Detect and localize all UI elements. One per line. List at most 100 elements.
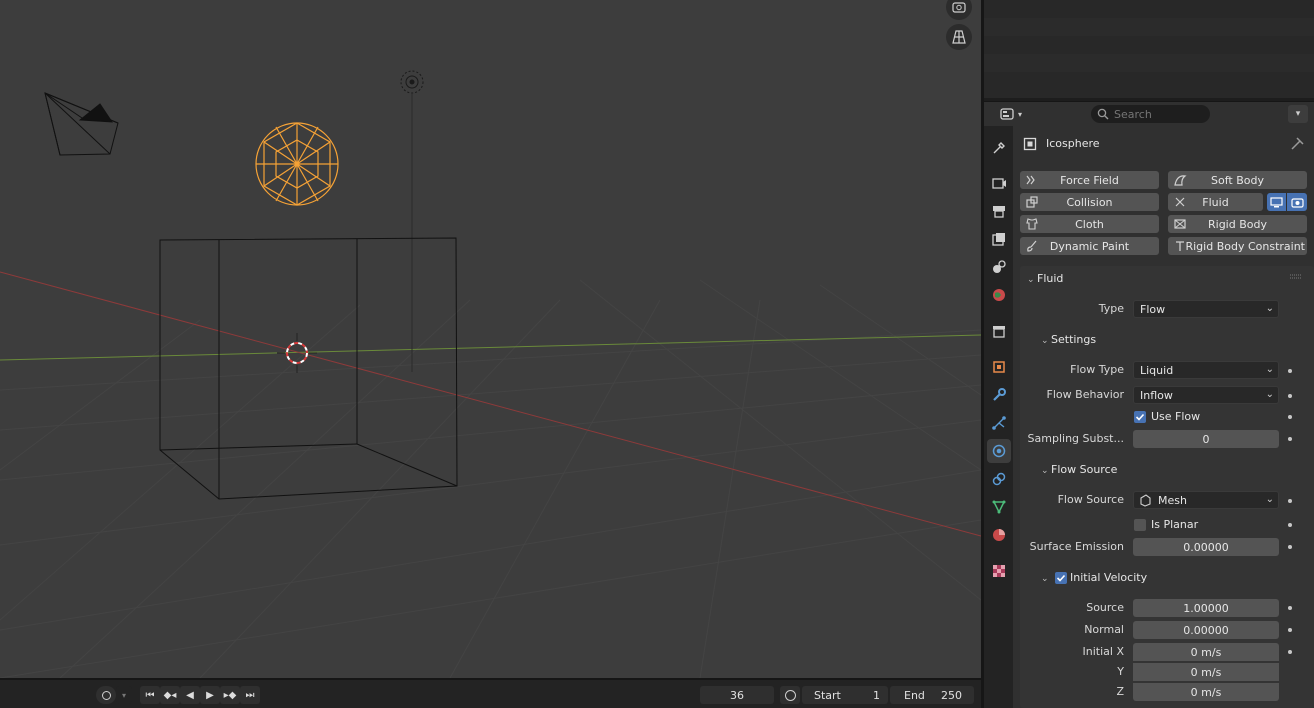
show-in-render-toggle[interactable]	[1287, 193, 1307, 211]
stopwatch-icon	[784, 689, 796, 701]
show-in-viewport-toggle[interactable]	[1267, 193, 1286, 211]
outliner-row[interactable]	[984, 72, 1314, 90]
keyframe-toggle-button[interactable]	[96, 686, 116, 704]
animate-property-dot[interactable]	[1288, 650, 1292, 654]
properties-search[interactable]	[1091, 105, 1210, 123]
settings-subpanel-header[interactable]: ⌄ Settings	[1041, 333, 1096, 346]
surface-emission-value: 0.00000	[1183, 540, 1229, 554]
rigid-body-button[interactable]: Rigid Body	[1168, 215, 1307, 233]
tab-material[interactable]	[987, 523, 1011, 547]
initial-velocity-checkbox[interactable]	[1055, 572, 1067, 584]
brush-icon	[1027, 240, 1037, 252]
jump-start-button[interactable]: ⏮	[140, 686, 160, 704]
start-frame-field[interactable]: Start 1	[802, 686, 888, 704]
animate-property-dot[interactable]	[1288, 499, 1292, 503]
editor-type-button[interactable]: ▾	[1000, 105, 1026, 123]
search-icon	[1097, 108, 1109, 120]
soft-body-button[interactable]: Soft Body	[1168, 171, 1307, 189]
surface-emission-field[interactable]: 0.00000	[1133, 538, 1279, 556]
is-planar-checkbox[interactable]	[1134, 519, 1146, 531]
dynamic-paint-label: Dynamic Paint	[1049, 239, 1130, 253]
force-field-label: Force Field	[1060, 173, 1119, 187]
flow-source-subpanel-header[interactable]: ⌄ Flow Source	[1041, 463, 1117, 476]
animate-property-dot[interactable]	[1288, 415, 1292, 419]
play-button[interactable]: ▶	[200, 686, 220, 704]
flow-type-dropdown[interactable]: Liquid ⌄	[1133, 361, 1279, 379]
properties-panel: Icosphere Force Field Soft Body Collisio…	[1013, 126, 1314, 708]
outliner-row[interactable]	[984, 18, 1314, 36]
use-preview-range-button[interactable]	[780, 686, 800, 704]
dynamic-paint-button[interactable]: Dynamic Paint	[1020, 237, 1159, 255]
initial-x-value: 0 m/s	[1190, 645, 1222, 659]
initial-y-field[interactable]: 0 m/s	[1133, 663, 1279, 681]
initial-z-field[interactable]: 0 m/s	[1133, 683, 1279, 701]
tab-render[interactable]	[987, 171, 1011, 195]
tab-modifiers[interactable]	[987, 383, 1011, 407]
animate-property-dot[interactable]	[1288, 394, 1292, 398]
ortho-toggle-button[interactable]	[946, 24, 972, 50]
tab-particles[interactable]	[987, 411, 1011, 435]
rigid-body-constraint-button[interactable]: Rigid Body Constraint	[1168, 237, 1307, 255]
tab-data[interactable]	[987, 495, 1011, 519]
drag-handle-icon[interactable]	[1289, 273, 1303, 281]
tab-constraints[interactable]	[987, 467, 1011, 491]
3d-cursor[interactable]	[277, 333, 317, 373]
flow-source-dropdown[interactable]: Mesh ⌄	[1133, 491, 1279, 509]
tab-object[interactable]	[987, 355, 1011, 379]
camera-object[interactable]	[44, 92, 119, 156]
is-planar-label: Is Planar	[1151, 518, 1199, 531]
velocity-normal-field[interactable]: 0.00000	[1133, 621, 1279, 639]
initial-velocity-subpanel-header[interactable]: ⌄	[1041, 571, 1051, 584]
end-frame-field[interactable]: End 250	[890, 686, 974, 704]
fluid-button[interactable]: Fluid	[1168, 193, 1263, 211]
floor-grid	[0, 279, 981, 678]
search-input[interactable]	[1114, 107, 1204, 121]
cloth-button[interactable]: Cloth	[1020, 215, 1159, 233]
outliner-row[interactable]	[984, 54, 1314, 72]
pin-icon[interactable]	[1291, 136, 1305, 150]
flow-type-value: Liquid	[1140, 363, 1174, 377]
tab-physics[interactable]	[987, 439, 1011, 463]
fluid-panel-header[interactable]: ⌄ Fluid	[1027, 272, 1063, 285]
tab-texture[interactable]	[987, 559, 1011, 583]
force-field-button[interactable]: Force Field	[1020, 171, 1159, 189]
animate-property-dot[interactable]	[1288, 545, 1292, 549]
velocity-normal-value: 0.00000	[1183, 623, 1229, 637]
chevron-down-icon: ⌄	[1041, 336, 1049, 346]
next-keyframe-button[interactable]: ▸◆	[220, 686, 240, 704]
animate-property-dot[interactable]	[1288, 437, 1292, 441]
prev-keyframe-button[interactable]: ◆◂	[160, 686, 180, 704]
animate-property-dot[interactable]	[1288, 628, 1292, 632]
next-keyframe-icon: ▸◆	[223, 689, 237, 701]
outliner-row[interactable]	[984, 0, 1314, 18]
light-object[interactable]	[400, 70, 424, 372]
tab-view-layer[interactable]	[987, 227, 1011, 251]
tab-output[interactable]	[987, 199, 1011, 223]
tab-scene[interactable]	[987, 255, 1011, 279]
play-reverse-button[interactable]: ◀	[180, 686, 200, 704]
sampling-substeps-field[interactable]: 0	[1133, 430, 1279, 448]
tab-tool[interactable]	[987, 136, 1011, 160]
flow-behavior-value: Inflow	[1140, 388, 1173, 402]
current-frame-field[interactable]: 36	[700, 686, 774, 704]
icosphere-object[interactable]	[255, 122, 339, 206]
options-dropdown-button[interactable]: ▾	[1288, 105, 1308, 123]
collision-button[interactable]: Collision	[1020, 193, 1159, 211]
x-axis-line	[0, 271, 981, 537]
animate-property-dot[interactable]	[1288, 606, 1292, 610]
3d-viewport[interactable]	[0, 0, 981, 678]
animate-property-dot[interactable]	[1288, 523, 1292, 527]
type-dropdown[interactable]: Flow ⌄	[1133, 300, 1279, 318]
jump-end-button[interactable]: ⏭	[240, 686, 260, 704]
use-flow-checkbox[interactable]	[1134, 411, 1146, 423]
tab-world[interactable]	[987, 283, 1011, 307]
outliner-area[interactable]	[984, 0, 1314, 98]
animate-property-dot[interactable]	[1288, 369, 1292, 373]
velocity-source-label: Source	[1086, 601, 1124, 614]
tab-collection[interactable]	[987, 319, 1011, 343]
velocity-source-field[interactable]: 1.00000	[1133, 599, 1279, 617]
initial-x-field[interactable]: 0 m/s	[1133, 643, 1279, 661]
keying-dropdown-button[interactable]: ▾	[116, 686, 132, 704]
outliner-row[interactable]	[984, 36, 1314, 54]
flow-behavior-dropdown[interactable]: Inflow ⌄	[1133, 386, 1279, 404]
